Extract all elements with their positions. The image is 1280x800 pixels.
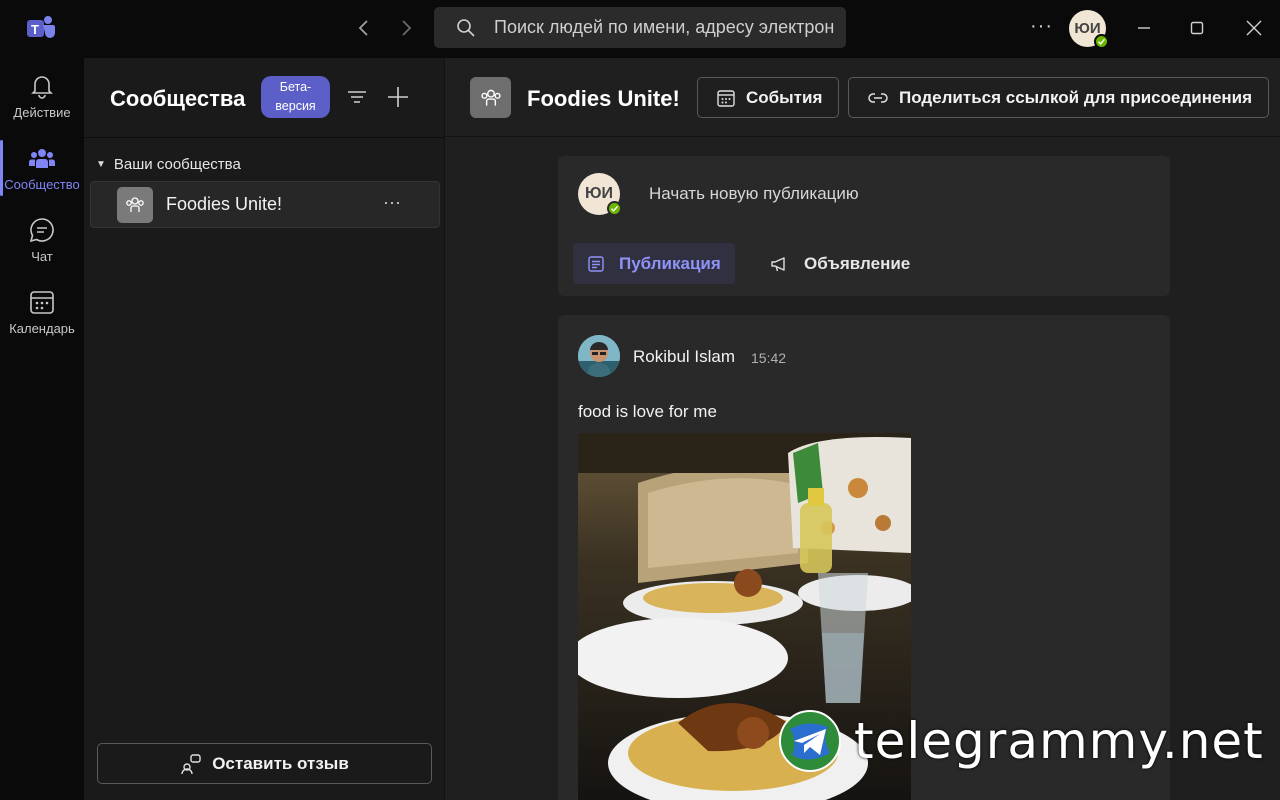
app-rail: Действие Сообщество Чат Календарь [0,58,84,800]
post-text: food is love for me [578,402,717,421]
main-pane: Foodies Unite! События Поделиться ссылко… [445,58,1280,800]
megaphone-icon [771,256,785,271]
community-group-icon [126,196,144,212]
post-icon [588,255,604,272]
chat-icon [29,218,54,243]
maximize-icon[interactable] [1183,14,1211,42]
people-icon [29,149,55,168]
sidebar-divider [84,137,445,138]
more-options-button[interactable]: ··· [1030,15,1053,38]
composer-avatar-initials: ЮИ [585,185,613,202]
search-box[interactable] [434,7,846,48]
rail-item-chat[interactable]: Чат [0,206,84,274]
presence-available-icon [607,201,622,216]
author-avatar[interactable] [578,335,620,377]
minimize-icon[interactable] [1130,14,1158,42]
calendar-icon [717,89,735,107]
search-input[interactable] [494,17,834,38]
feedback-label: Оставить отзыв [212,753,349,773]
calendar-icon [30,291,54,314]
beta-badge-line2: версия [275,99,316,113]
plus-icon[interactable] [385,84,411,110]
community-name: Foodies Unite! [166,194,283,214]
rail-label-chat: Чат [31,249,53,264]
link-icon [868,92,888,103]
teams-logo-icon[interactable]: T [26,14,56,42]
post-author[interactable]: Rokibul Islam [633,347,735,367]
rail-item-activity[interactable]: Действие [0,62,84,130]
caret-down-icon: ▼ [96,159,106,170]
filter-icon[interactable] [344,84,370,110]
post-composer: ЮИ Начать новую публикацию Публикация Об… [558,156,1170,296]
post-time: 15:42 [751,350,787,366]
beta-badge-line1: Бета- [279,80,312,94]
new-post-input[interactable]: Начать новую публикацию [649,184,859,204]
feedback-button[interactable]: Оставить отзыв [97,743,432,784]
tab-post[interactable]: Публикация [573,243,735,284]
title-bar: T ··· ЮИ [0,0,1280,58]
search-icon [457,18,475,37]
bell-icon [31,76,53,99]
community-header-avatar [470,77,511,118]
watermark-text: telegrammy.net [854,712,1264,770]
rail-item-calendar[interactable]: Календарь [0,278,84,346]
section-title: Ваши сообщества [113,156,241,173]
community-title: Foodies Unite! [527,86,680,111]
rail-label-community: Сообщество [4,177,80,192]
section-your-communities[interactable]: ▼ Ваши сообщества [96,156,241,173]
community-group-icon [480,89,501,106]
user-avatar[interactable]: ЮИ [1069,10,1109,49]
rail-item-community[interactable]: Сообщество [0,134,84,202]
rail-label-activity: Действие [13,105,71,120]
community-avatar [117,186,153,223]
communities-sidebar: Сообщества Бета- версия ▼ Ваши сообществ… [84,58,445,800]
back-arrow-icon[interactable] [352,16,376,40]
share-link-button[interactable]: Поделиться ссылкой для присоединения [848,77,1270,118]
presence-available-icon [1094,34,1109,49]
close-icon[interactable] [1240,14,1268,42]
share-link-label: Поделиться ссылкой для присоединения [899,87,1253,107]
community-item[interactable]: Foodies Unite! ··· [90,181,440,228]
svg-text:T: T [31,22,39,37]
sidebar-title: Сообщества [110,86,246,111]
tab-post-label: Публикация [619,253,721,273]
community-more-button[interactable]: ··· [383,192,401,213]
events-button[interactable]: События [697,77,840,118]
feedback-icon [181,753,201,774]
tab-announcement-label: Объявление [804,253,911,273]
beta-badge: Бета- версия [261,76,330,118]
forward-arrow-icon[interactable] [394,16,418,40]
community-header: Foodies Unite! События Поделиться ссылко… [445,58,1280,137]
events-label: События [746,87,823,107]
telegram-globe-logo [779,710,841,772]
rail-label-calendar: Календарь [9,321,75,336]
tab-announcement[interactable]: Объявление [756,243,924,284]
composer-avatar: ЮИ [578,173,622,216]
watermark: telegrammy.net [778,706,1268,776]
